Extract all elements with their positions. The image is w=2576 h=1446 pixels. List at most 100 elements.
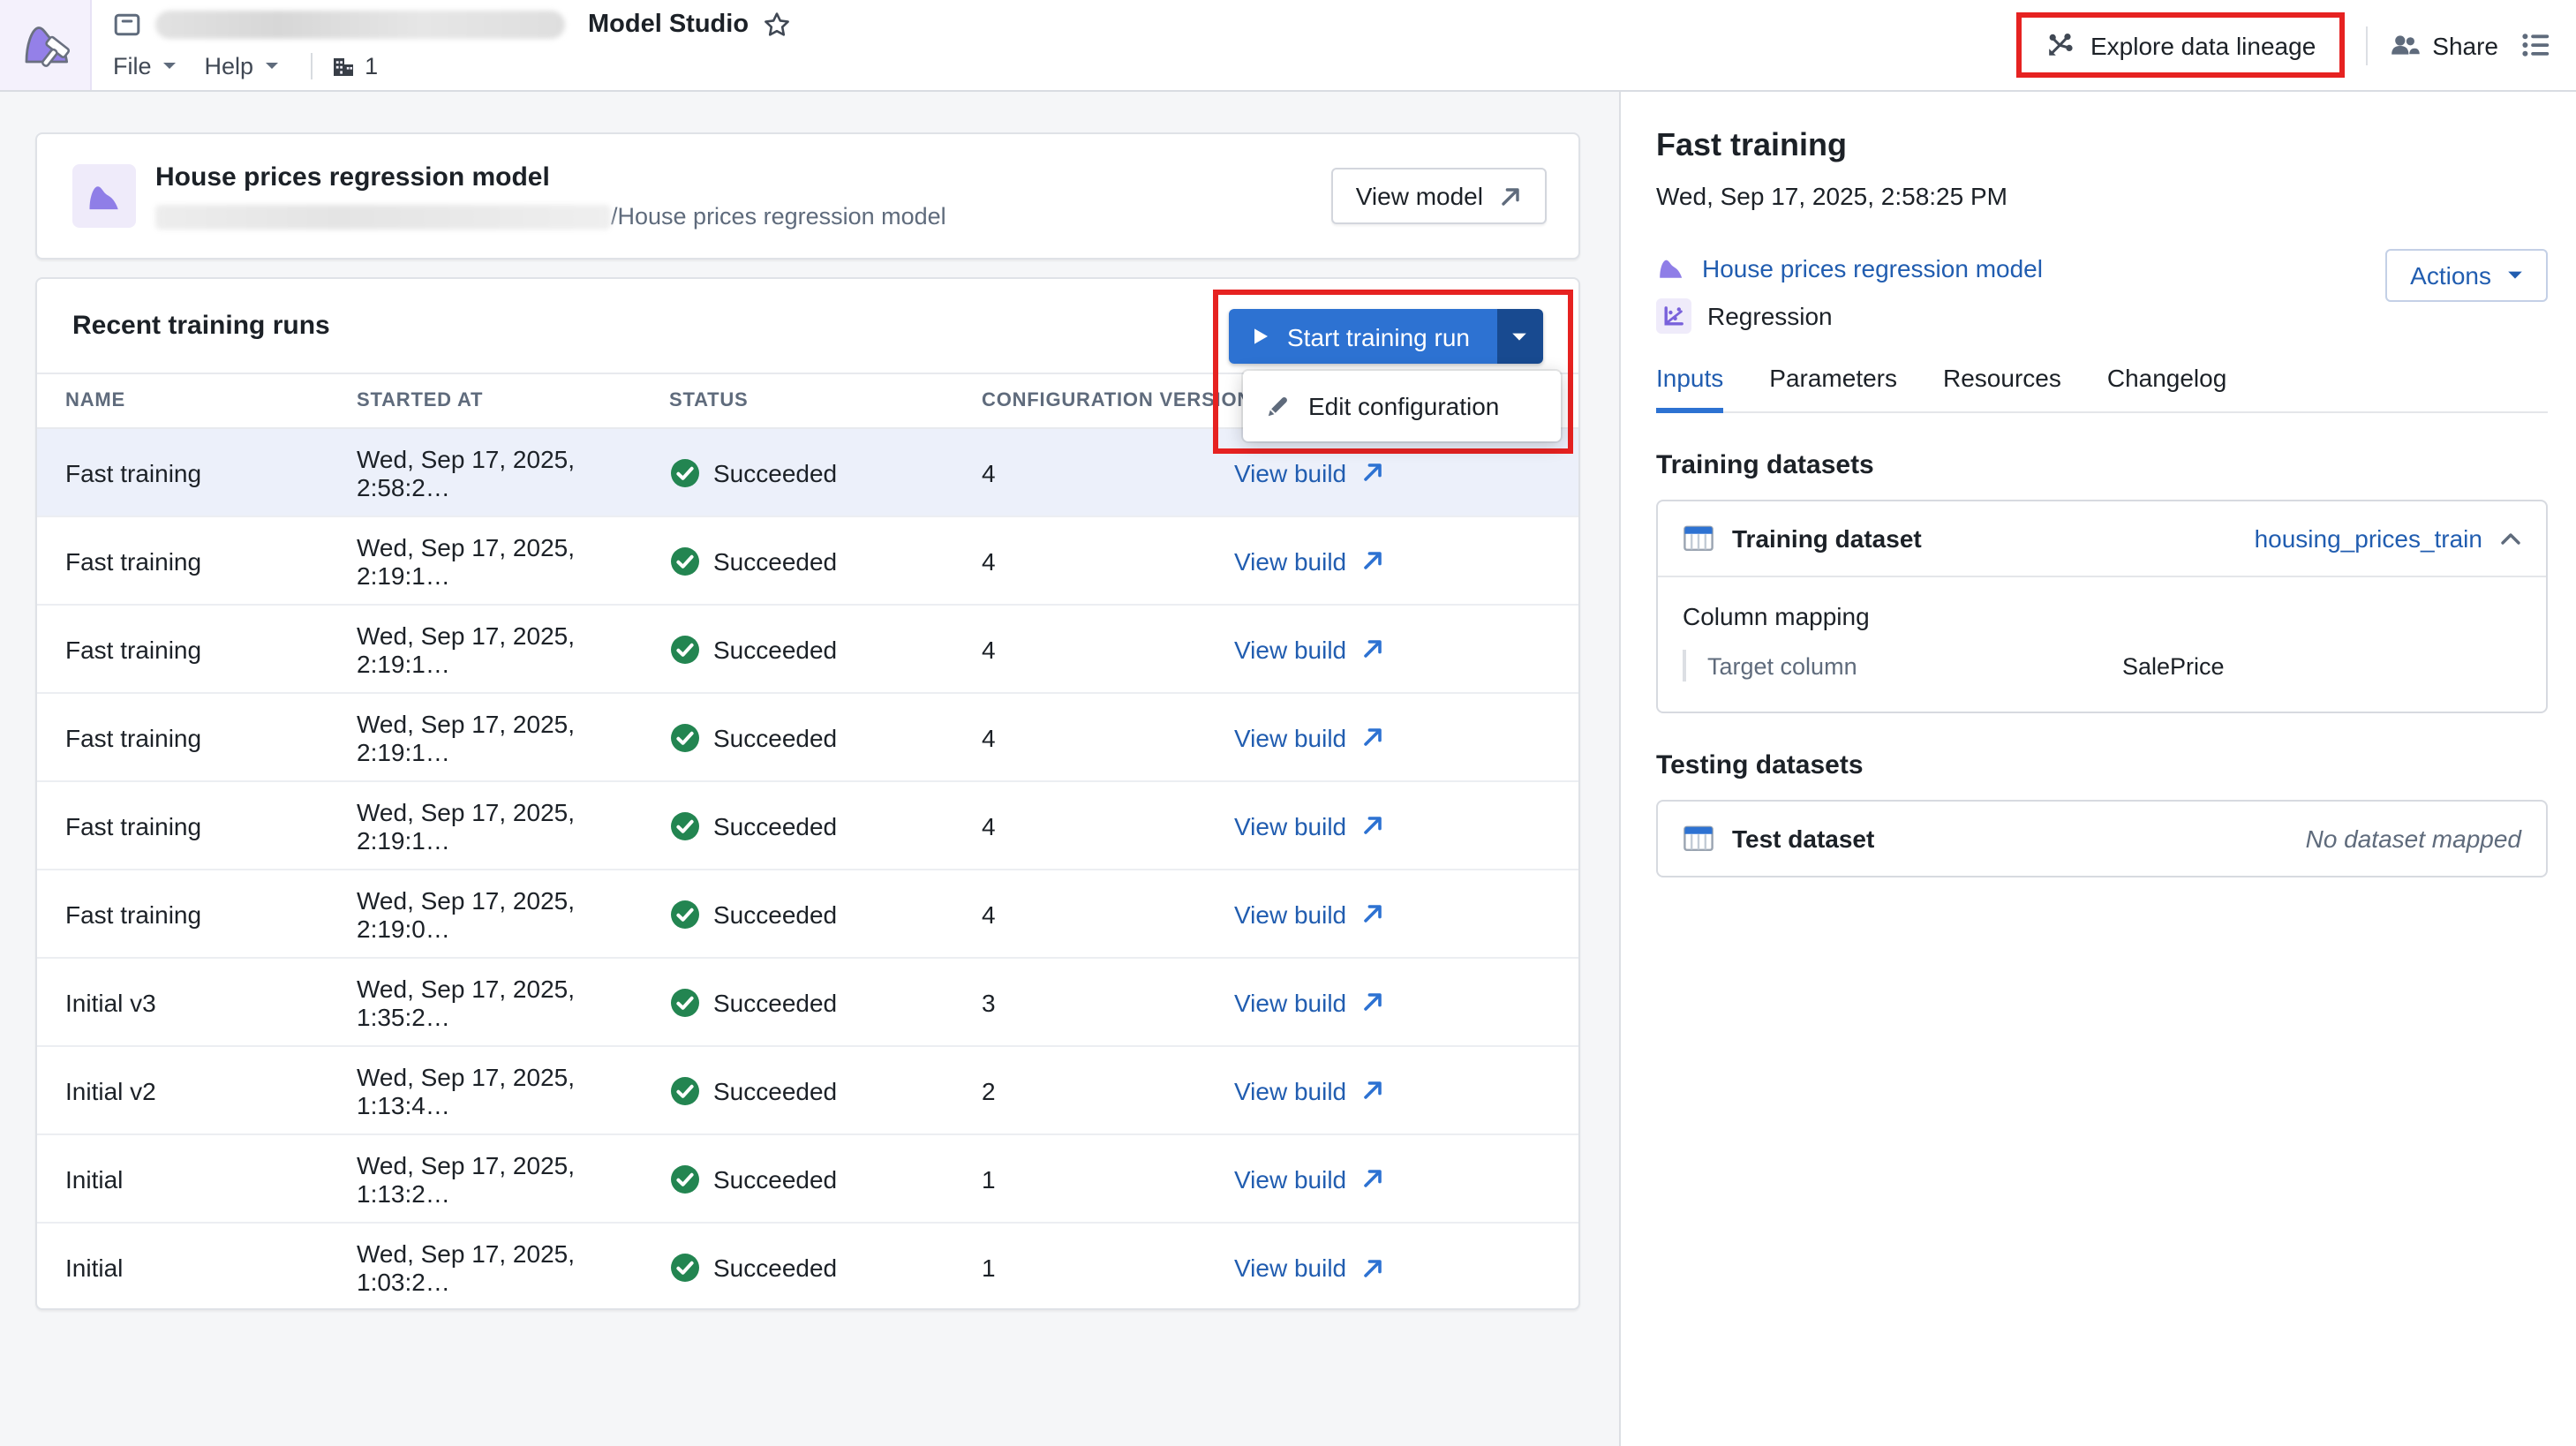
model-link[interactable]: House prices regression model — [1702, 253, 2043, 282]
properties-list-icon[interactable] — [2520, 28, 2553, 62]
menu-help[interactable]: Help — [205, 52, 279, 79]
run-status-label: Succeeded — [713, 1076, 837, 1104]
run-status-label: Succeeded — [713, 635, 837, 663]
favorite-star-icon[interactable] — [763, 11, 791, 39]
open-external-arrow-icon — [1360, 1256, 1383, 1279]
topbar-actions: Explore data lineage Share — [2016, 0, 2576, 90]
success-check-icon — [669, 1252, 701, 1284]
menu-divider — [310, 52, 312, 79]
run-status-label: Succeeded — [713, 1254, 837, 1282]
topbar-breadcrumb-area: Model Studio File Help — [92, 0, 2016, 90]
building-icon — [329, 52, 356, 79]
view-build-link[interactable]: View build — [1234, 1254, 1550, 1282]
success-check-icon — [669, 1074, 701, 1106]
view-model-label: View model — [1356, 182, 1483, 210]
tab-parameters[interactable]: Parameters — [1769, 364, 1897, 413]
runs-card-title: Recent training runs — [72, 311, 330, 341]
dataset-table-icon — [1683, 823, 1714, 855]
column-mapping-title: Column mapping — [1683, 602, 2521, 630]
training-run-row[interactable]: Initial v3 Wed, Sep 17, 2025, 1:35:2… Su… — [37, 959, 1578, 1047]
view-build-link[interactable]: View build — [1234, 1076, 1550, 1104]
target-column-value: SalePrice — [2122, 652, 2521, 679]
view-build-label: View build — [1234, 1076, 1346, 1104]
open-external-arrow-icon — [1360, 461, 1383, 484]
tab-inputs[interactable]: Inputs — [1656, 364, 1723, 413]
col-configuration-version: CONFIGURATION VERSION — [982, 390, 1234, 411]
app-logo[interactable] — [0, 0, 92, 90]
run-status: Succeeded — [669, 1163, 982, 1194]
view-build-link[interactable]: View build — [1234, 723, 1550, 751]
success-check-icon — [669, 898, 701, 930]
run-status-label: Succeeded — [713, 458, 837, 486]
main-column: House prices regression model /House pri… — [0, 92, 1619, 1446]
run-configuration-version: 4 — [982, 458, 1234, 486]
model-path: /House prices regression model — [155, 203, 1331, 230]
run-started-at: Wed, Sep 17, 2025, 1:03:2… — [357, 1239, 669, 1296]
run-started-at: Wed, Sep 17, 2025, 2:19:1… — [357, 532, 669, 589]
tab-resources[interactable]: Resources — [1943, 364, 2061, 413]
edit-configuration-menu-item[interactable]: Edit configuration — [1252, 380, 1552, 433]
col-status: STATUS — [669, 390, 982, 411]
col-name: NAME — [65, 390, 357, 411]
training-run-row[interactable]: Fast training Wed, Sep 17, 2025, 2:19:1…… — [37, 694, 1578, 782]
share-button[interactable]: Share — [2388, 29, 2498, 61]
training-run-row[interactable]: Fast training Wed, Sep 17, 2025, 2:19:1…… — [37, 606, 1578, 694]
training-dataset-card: Training dataset housing_prices_train Co… — [1656, 500, 2548, 713]
run-status: Succeeded — [669, 898, 982, 930]
training-run-row[interactable]: Initial Wed, Sep 17, 2025, 1:13:2… Succe… — [37, 1135, 1578, 1224]
run-started-at: Wed, Sep 17, 2025, 1:35:2… — [357, 974, 669, 1030]
run-name: Fast training — [65, 546, 357, 575]
menu-bar: File Help — [113, 48, 2016, 83]
view-build-link[interactable]: View build — [1234, 900, 1550, 928]
open-external-arrow-icon — [1499, 185, 1522, 207]
run-status-label: Succeeded — [713, 811, 837, 840]
run-started-at: Wed, Sep 17, 2025, 2:19:1… — [357, 709, 669, 765]
view-build-link[interactable]: View build — [1234, 1164, 1550, 1193]
branch-count: 1 — [365, 52, 378, 79]
view-build-link[interactable]: View build — [1234, 635, 1550, 663]
view-build-link[interactable]: View build — [1234, 988, 1550, 1016]
success-check-icon — [669, 1163, 701, 1194]
run-started-at: Wed, Sep 17, 2025, 2:19:0… — [357, 885, 669, 942]
redacted-path-segment — [155, 204, 611, 229]
view-build-label: View build — [1234, 546, 1346, 575]
run-name: Initial — [65, 1254, 357, 1282]
explore-data-lineage-button[interactable]: Explore data lineage — [2022, 18, 2339, 72]
model-type-row: Regression — [1656, 298, 2548, 334]
run-status-label: Succeeded — [713, 546, 837, 575]
share-label: Share — [2432, 31, 2498, 59]
branch-indicator[interactable]: 1 — [329, 52, 378, 79]
actions-button[interactable]: Actions — [2385, 249, 2548, 302]
run-configuration-version: 4 — [982, 900, 1234, 928]
view-build-link[interactable]: View build — [1234, 546, 1550, 575]
run-status-label: Succeeded — [713, 723, 837, 751]
view-build-link[interactable]: View build — [1234, 458, 1550, 486]
regression-icon-tile — [1656, 298, 1691, 334]
training-run-row[interactable]: Initial Wed, Sep 17, 2025, 1:03:2… Succe… — [37, 1224, 1578, 1312]
training-dataset-link[interactable]: housing_prices_train — [2255, 524, 2482, 553]
run-title: Fast training — [1656, 127, 2548, 164]
runs-table-body: Fast training Wed, Sep 17, 2025, 2:58:2…… — [37, 429, 1578, 1312]
training-run-row[interactable]: Fast training Wed, Sep 17, 2025, 2:19:1…… — [37, 517, 1578, 606]
view-build-label: View build — [1234, 1164, 1346, 1193]
run-status: Succeeded — [669, 456, 982, 488]
view-build-link[interactable]: View build — [1234, 811, 1550, 840]
run-configuration-version: 4 — [982, 723, 1234, 751]
run-configuration-version: 4 — [982, 546, 1234, 575]
training-run-row[interactable]: Fast training Wed, Sep 17, 2025, 2:19:0…… — [37, 870, 1578, 959]
menu-file[interactable]: File — [113, 52, 177, 79]
training-run-row[interactable]: Fast training Wed, Sep 17, 2025, 2:19:1…… — [37, 782, 1578, 870]
start-training-run-dropdown-toggle[interactable] — [1496, 309, 1542, 364]
run-timestamp: Wed, Sep 17, 2025, 2:58:25 PM — [1656, 182, 2548, 210]
model-path-suffix: /House prices regression model — [611, 203, 946, 230]
view-model-button[interactable]: View model — [1331, 168, 1547, 224]
tab-changelog[interactable]: Changelog — [2107, 364, 2226, 413]
open-external-arrow-icon — [1360, 1167, 1383, 1190]
success-check-icon — [669, 456, 701, 488]
start-training-run-button[interactable]: Start training run — [1229, 309, 1496, 364]
success-check-icon — [669, 545, 701, 576]
caret-down-icon — [2507, 270, 2523, 281]
chevron-up-icon[interactable] — [2500, 531, 2521, 546]
success-check-icon — [669, 633, 701, 665]
training-run-row[interactable]: Initial v2 Wed, Sep 17, 2025, 1:13:4… Su… — [37, 1047, 1578, 1135]
